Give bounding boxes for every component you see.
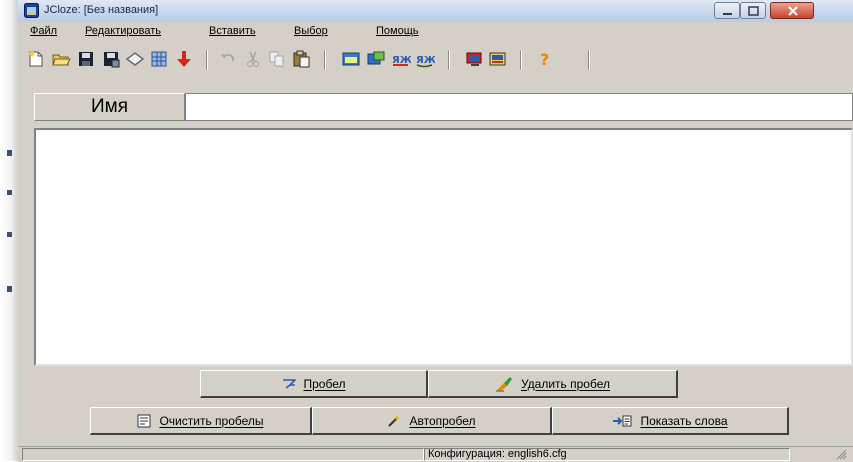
save-icon[interactable]	[76, 49, 96, 69]
menu-help[interactable]: Помощь	[376, 25, 419, 37]
svg-text:ЯЖ: ЯЖ	[416, 55, 435, 66]
auto-gap-button[interactable]: Автопробел	[312, 407, 552, 435]
gap-button[interactable]: Пробел	[200, 370, 428, 398]
diamond-icon[interactable]	[125, 49, 145, 69]
word-gap-icon[interactable]: ЯЖ	[391, 49, 411, 69]
clear-gaps-button[interactable]: Очистить пробелы	[90, 407, 312, 435]
toolbar-separator	[448, 50, 450, 70]
edge-mark	[7, 150, 12, 156]
close-button[interactable]	[770, 2, 814, 19]
save-as-icon[interactable]	[101, 49, 121, 69]
minimize-button[interactable]	[714, 2, 740, 19]
config-icon[interactable]	[488, 49, 508, 69]
edge-mark	[7, 232, 12, 237]
name-input[interactable]	[185, 93, 853, 121]
status-config: Конфигурация: english6.cfg	[424, 448, 790, 461]
toolbar-separator	[520, 50, 522, 70]
help-icon[interactable]: ?	[535, 49, 555, 69]
eraser-icon	[495, 376, 512, 392]
app-icon	[24, 3, 39, 18]
window-title: JCloze: [Без названия]	[44, 4, 159, 16]
window-icon[interactable]	[341, 49, 361, 69]
status-bar: Конфигурация: english6.cfg	[18, 446, 853, 462]
menu-edit[interactable]: Редактировать	[85, 25, 161, 37]
auto-gap-button-label: Автопробел	[409, 413, 476, 428]
show-words-button[interactable]: Показать слова	[552, 407, 789, 435]
word-gap-alt-icon[interactable]: ЯЖ	[415, 49, 435, 69]
edge-mark	[7, 190, 12, 195]
close-icon	[788, 6, 798, 16]
clear-gaps-icon	[137, 414, 151, 427]
app-window: JCloze: [Без названия] Файл Редактироват…	[18, 0, 853, 462]
menu-insert[interactable]: Вставить	[209, 25, 256, 37]
show-words-button-label: Показать слова	[640, 413, 728, 428]
toolbar: ЯЖ ЯЖ ?	[18, 41, 853, 88]
paste-icon[interactable]	[291, 49, 311, 69]
menu-select[interactable]: Выбор	[294, 25, 328, 37]
svg-text:?: ?	[540, 50, 549, 69]
maximize-icon	[748, 6, 759, 16]
new-file-icon[interactable]	[26, 49, 46, 69]
undo-icon[interactable]	[218, 49, 238, 69]
gap-icon	[282, 378, 296, 389]
maximize-button[interactable]	[740, 2, 766, 19]
gap-button-label: Пробел	[303, 376, 346, 391]
text-editor[interactable]	[34, 128, 853, 366]
resize-grip-icon[interactable]	[836, 449, 847, 460]
red-arrow-down-icon[interactable]	[174, 49, 194, 69]
menu-file[interactable]: Файл	[30, 25, 57, 37]
toolbar-separator	[206, 50, 208, 70]
page-edge	[0, 0, 18, 461]
open-folder-icon[interactable]	[51, 49, 71, 69]
delete-gap-button-label: Удалить пробел	[520, 376, 610, 391]
clear-gaps-button-label: Очистить пробелы	[159, 413, 264, 428]
toolbar-separator	[588, 50, 590, 70]
status-pane	[22, 448, 424, 461]
delete-gap-button[interactable]: Удалить пробел	[428, 370, 678, 398]
cut-icon[interactable]	[243, 49, 263, 69]
export-icon[interactable]	[366, 49, 386, 69]
menu-bar: Файл Редактировать Вставить Выбор Помощь	[18, 22, 853, 41]
grid-icon[interactable]	[149, 49, 169, 69]
magic-wand-icon	[388, 414, 401, 427]
monitor-icon[interactable]	[465, 49, 485, 69]
name-label: Имя	[34, 93, 185, 121]
title-bar[interactable]: JCloze: [Без названия]	[18, 0, 853, 23]
edge-mark	[7, 286, 12, 292]
toolbar-separator	[324, 50, 326, 70]
copy-icon[interactable]	[267, 49, 287, 69]
minimize-icon	[723, 13, 732, 15]
show-words-icon	[613, 415, 632, 426]
